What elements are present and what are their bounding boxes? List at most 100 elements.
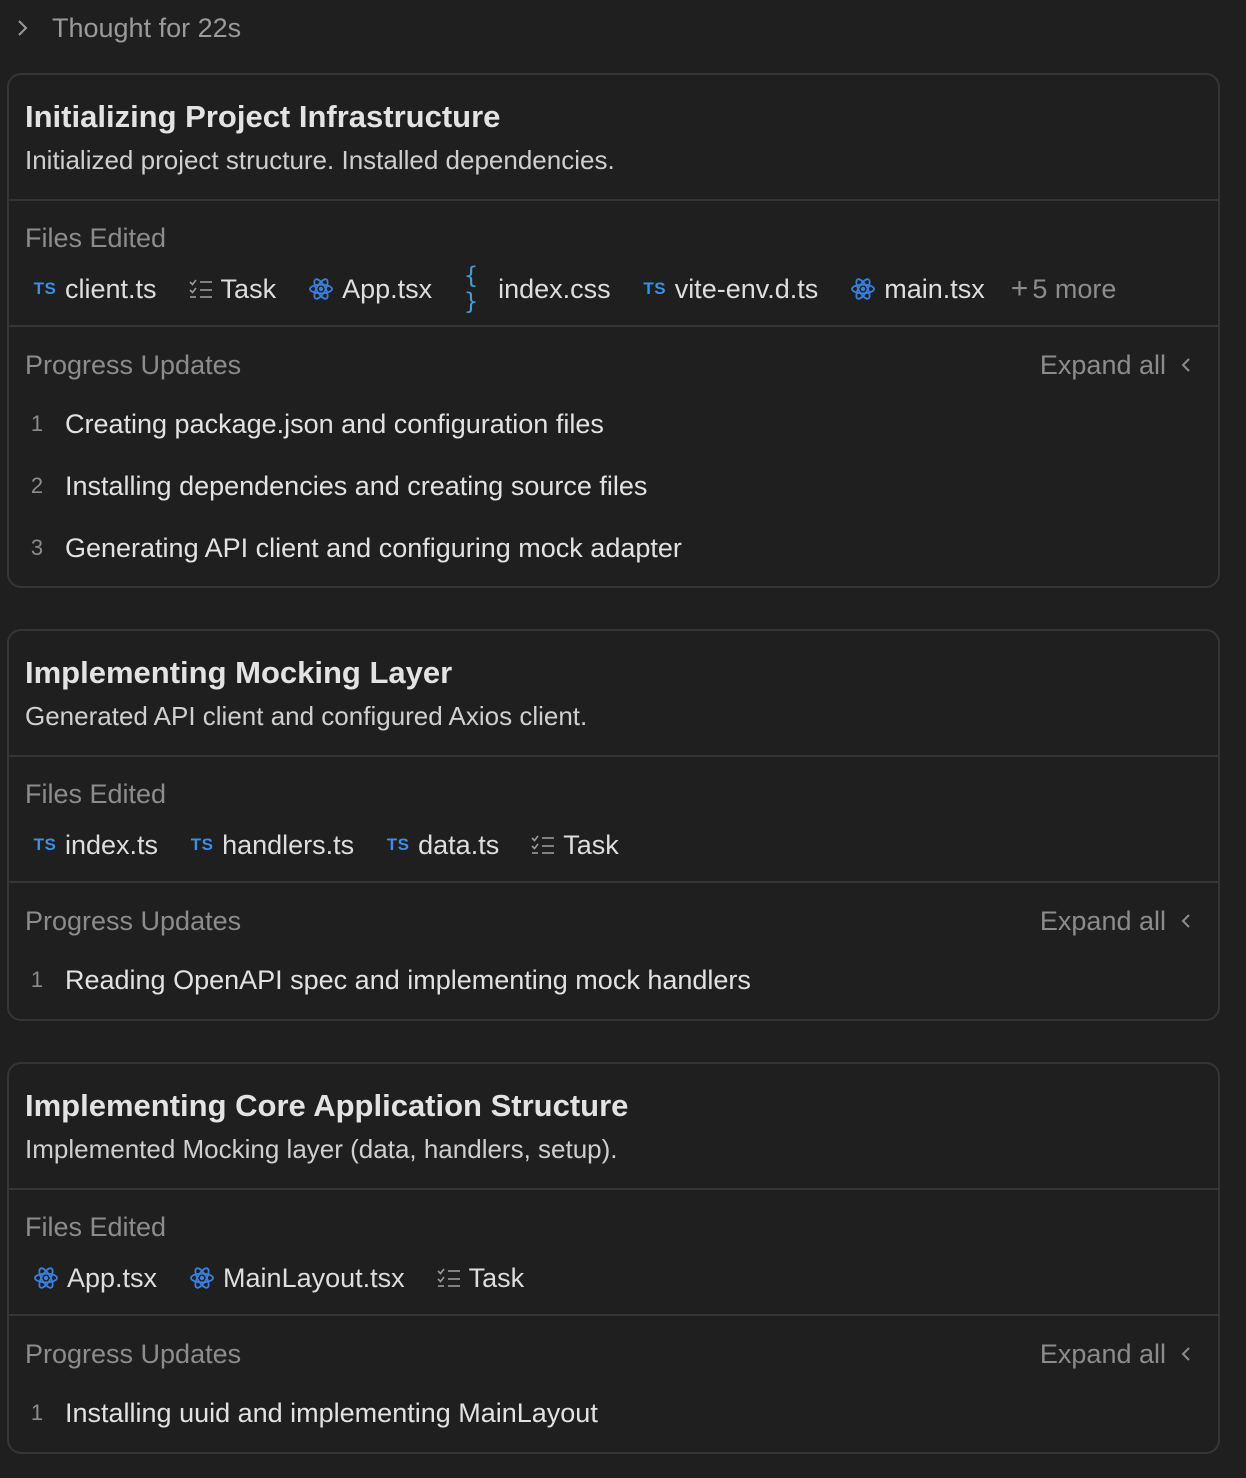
file-name: Task bbox=[563, 829, 619, 860]
file-name: App.tsx bbox=[342, 273, 433, 304]
file-name: data.ts bbox=[418, 829, 500, 860]
ts-icon: TS bbox=[33, 835, 57, 854]
progress-item: 3 Generating API client and configuring … bbox=[25, 517, 1202, 579]
card-subtitle: Generated API client and configured Axio… bbox=[25, 701, 588, 731]
progress-header: Progress Updates Expand all bbox=[25, 1316, 1202, 1372]
react-icon bbox=[308, 276, 334, 302]
file-chip[interactable]: Task bbox=[181, 273, 277, 305]
expand-all-label: Expand all bbox=[1039, 1338, 1166, 1369]
step-text: Generating API client and configuring mo… bbox=[65, 532, 682, 563]
file-name: MainLayout.tsx bbox=[223, 1262, 405, 1293]
file-chip[interactable]: TS index.ts bbox=[25, 830, 158, 861]
ts-icon: TS bbox=[386, 835, 410, 854]
file-name: App.tsx bbox=[67, 1262, 158, 1293]
ts-icon: TS bbox=[33, 279, 57, 298]
chevron-left-icon bbox=[1180, 356, 1192, 374]
step-text: Reading OpenAPI spec and implementing mo… bbox=[65, 964, 751, 995]
more-files-label: 5 more bbox=[1032, 273, 1117, 304]
file-list: TS client.ts Task App.tsx { } index.css bbox=[25, 263, 1202, 315]
checklist-icon bbox=[531, 834, 555, 856]
braces-icon: { } bbox=[464, 263, 478, 315]
file-list: App.tsx MainLayout.tsx Task bbox=[25, 1260, 1202, 1296]
ts-icon: TS bbox=[643, 279, 667, 298]
step-text: Installing uuid and implementing MainLay… bbox=[65, 1397, 598, 1428]
file-list: TS index.ts TS handlers.ts TS data.ts Ta… bbox=[25, 827, 1202, 863]
chevron-left-icon bbox=[1180, 912, 1192, 930]
files-edited-label: Files Edited bbox=[25, 779, 167, 809]
files-edited-label: Files Edited bbox=[25, 1212, 167, 1242]
expand-all-button[interactable]: Expand all bbox=[1040, 350, 1192, 381]
thought-label: Thought for 22s bbox=[52, 12, 242, 43]
file-chip[interactable]: { } index.css bbox=[456, 263, 611, 315]
chevron-right-icon bbox=[14, 19, 32, 37]
progress-updates-label: Progress Updates bbox=[25, 906, 242, 936]
react-icon bbox=[189, 1265, 215, 1291]
card-subtitle: Initialized project structure. Installed… bbox=[25, 145, 615, 175]
step-text: Creating package.json and configuration … bbox=[65, 408, 604, 439]
progress-updates-label: Progress Updates bbox=[25, 1339, 242, 1369]
file-chip[interactable]: TS data.ts bbox=[378, 830, 499, 861]
expand-all-label: Expand all bbox=[1039, 349, 1166, 380]
files-edited-section: Files Edited TS client.ts Task App.tsx {… bbox=[9, 201, 1218, 327]
file-chip[interactable]: MainLayout.tsx bbox=[181, 1263, 405, 1294]
step-number: 3 bbox=[30, 535, 44, 560]
checklist-icon bbox=[188, 278, 213, 300]
react-icon bbox=[850, 276, 876, 302]
file-name: vite-env.d.ts bbox=[674, 273, 819, 304]
files-edited-section: Files Edited TS index.ts TS handlers.ts … bbox=[9, 757, 1218, 883]
progress-section: Progress Updates Expand all 1 Reading Op… bbox=[9, 883, 1218, 1019]
file-name: client.ts bbox=[65, 273, 157, 304]
ts-icon: TS bbox=[190, 835, 214, 854]
progress-section: Progress Updates Expand all 1 Creating p… bbox=[9, 327, 1218, 587]
file-name: handlers.ts bbox=[222, 829, 355, 860]
thought-toggle[interactable]: Thought for 22s bbox=[14, 10, 241, 46]
expand-all-label: Expand all bbox=[1039, 905, 1166, 936]
file-chip[interactable]: App.tsx bbox=[25, 1263, 157, 1294]
progress-item: 2 Installing dependencies and creating s… bbox=[25, 455, 1202, 517]
card-header: Initializing Project Infrastructure Init… bbox=[9, 75, 1218, 201]
more-files-button[interactable]: + 5 more bbox=[1009, 272, 1117, 306]
task-card: Implementing Mocking Layer Generated API… bbox=[7, 629, 1220, 1021]
card-title: Implementing Core Application Structure bbox=[25, 1088, 629, 1123]
file-chip[interactable]: App.tsx bbox=[300, 274, 432, 305]
progress-list: 1 Installing uuid and implementing MainL… bbox=[25, 1372, 1202, 1452]
react-icon bbox=[33, 1265, 59, 1291]
card-header: Implementing Core Application Structure … bbox=[9, 1064, 1218, 1190]
file-chip[interactable]: Task bbox=[429, 1262, 525, 1294]
expand-all-button[interactable]: Expand all bbox=[1040, 906, 1192, 937]
chevron-left-icon bbox=[1180, 1345, 1192, 1363]
task-card: Implementing Core Application Structure … bbox=[7, 1062, 1220, 1454]
step-number: 2 bbox=[30, 473, 44, 498]
expand-all-button[interactable]: Expand all bbox=[1040, 1339, 1192, 1370]
progress-list: 1 Creating package.json and configuratio… bbox=[25, 383, 1202, 587]
card-header: Implementing Mocking Layer Generated API… bbox=[9, 631, 1218, 757]
file-name: Task bbox=[468, 1262, 525, 1293]
step-number: 1 bbox=[30, 967, 44, 992]
file-chip[interactable]: TS client.ts bbox=[25, 274, 157, 305]
file-name: Task bbox=[220, 273, 277, 304]
step-number: 1 bbox=[30, 411, 44, 436]
file-chip[interactable]: main.tsx bbox=[842, 274, 985, 305]
file-chip[interactable]: TS vite-env.d.ts bbox=[635, 273, 819, 305]
file-chip[interactable]: Task bbox=[523, 830, 619, 861]
task-card: Initializing Project Infrastructure Init… bbox=[7, 73, 1220, 588]
card-subtitle: Implemented Mocking layer (data, handler… bbox=[25, 1134, 618, 1164]
step-text: Installing dependencies and creating sou… bbox=[65, 470, 648, 501]
progress-section: Progress Updates Expand all 1 Installing… bbox=[9, 1316, 1218, 1452]
progress-header: Progress Updates Expand all bbox=[25, 883, 1202, 939]
file-name: index.ts bbox=[65, 829, 159, 860]
files-edited-section: Files Edited App.tsx MainLayout.tsx Task bbox=[9, 1190, 1218, 1316]
checklist-icon bbox=[437, 1267, 461, 1289]
file-name: index.css bbox=[498, 273, 611, 304]
card-title: Implementing Mocking Layer bbox=[25, 655, 453, 690]
step-number: 1 bbox=[30, 1400, 44, 1425]
progress-item: 1 Reading OpenAPI spec and implementing … bbox=[25, 949, 1202, 1011]
files-edited-label: Files Edited bbox=[25, 223, 167, 253]
progress-header: Progress Updates Expand all bbox=[25, 327, 1202, 383]
progress-list: 1 Reading OpenAPI spec and implementing … bbox=[25, 939, 1202, 1019]
progress-updates-label: Progress Updates bbox=[25, 350, 242, 380]
progress-item: 1 Installing uuid and implementing MainL… bbox=[25, 1382, 1202, 1444]
file-chip[interactable]: TS handlers.ts bbox=[182, 830, 354, 861]
file-name: main.tsx bbox=[884, 273, 985, 304]
plus-icon: + bbox=[1010, 272, 1029, 305]
